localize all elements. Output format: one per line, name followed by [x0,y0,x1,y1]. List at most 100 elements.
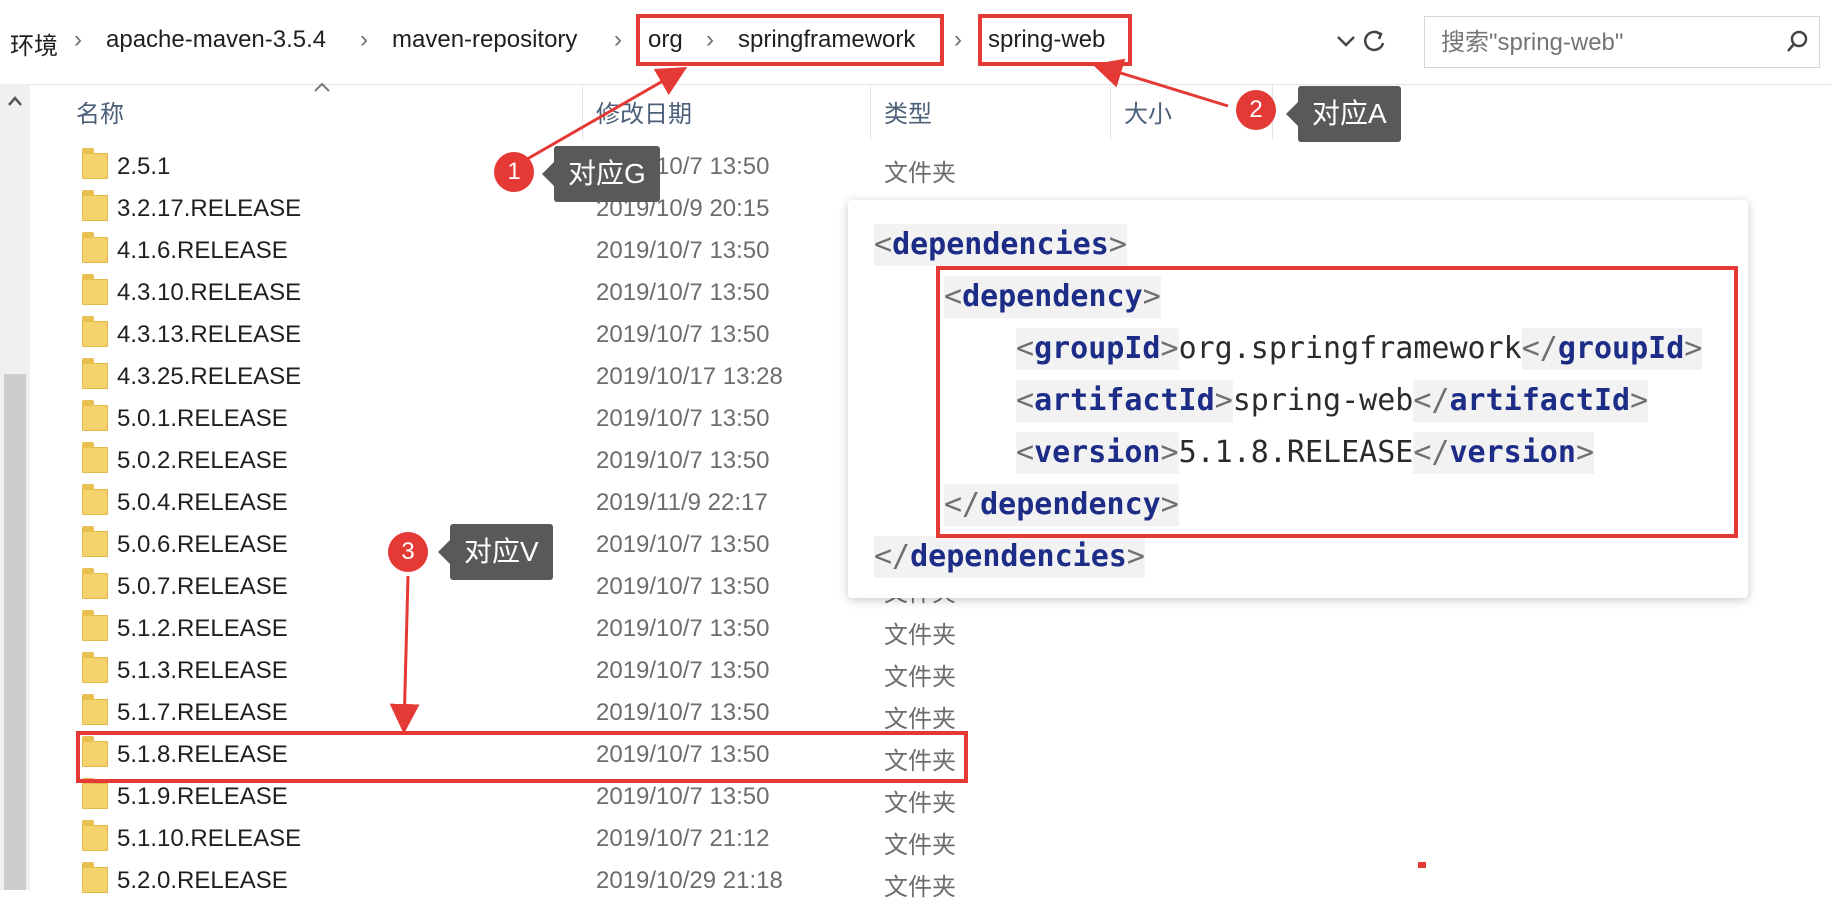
chevron-right-icon[interactable]: › [614,26,622,54]
file-name: 4.1.6.RELEASE [117,237,288,264]
folder-icon [82,316,108,347]
highlight-box-group [636,14,944,66]
file-date: 2019/10/7 13:50 [596,531,770,558]
search-box[interactable] [1424,16,1820,68]
file-date: 2019/10/7 13:50 [596,657,770,684]
file-date: 2019/10/7 13:50 [596,783,770,810]
folder-icon [82,652,108,683]
file-type: 文件夹 [884,790,956,817]
folder-icon [82,442,108,473]
code-line: <dependencies> [874,224,1127,266]
column-type[interactable]: 类型 [884,94,932,129]
vertical-scrollbar[interactable] [0,84,30,890]
file-row[interactable]: 5.1.3.RELEASE 2019/10/7 13:50 文件夹 [40,649,980,691]
file-row[interactable]: 5.1.7.RELEASE 2019/10/7 13:50 文件夹 [40,691,980,733]
annotation-badge-1: 1 [494,152,534,192]
folder-icon [82,778,108,809]
chevron-right-icon[interactable]: › [954,26,962,54]
file-name: 5.1.7.RELEASE [117,699,288,726]
chevron-down-icon[interactable] [1337,36,1355,47]
folder-icon [82,526,108,557]
file-name: 4.3.13.RELEASE [117,321,302,348]
column-divider [870,84,871,140]
column-name[interactable]: 名称 [76,94,124,129]
folder-icon [82,862,108,893]
file-date: 2019/10/7 13:50 [596,321,770,348]
file-date: 2019/10/29 21:18 [596,867,783,894]
folder-icon [82,274,108,305]
file-row[interactable]: 5.1.2.RELEASE 2019/10/7 13:50 文件夹 [40,607,980,649]
folder-icon [82,358,108,389]
annotation-badge-3: 3 [388,532,428,572]
file-name: 5.1.9.RELEASE [117,783,288,810]
file-row[interactable]: 5.0.2.RELEASE2019/10/7 13:50文件夹 [40,439,980,481]
folder-icon [82,694,108,725]
annotation-callout-v: 对应V [438,524,553,580]
chevron-right-icon[interactable]: › [74,26,82,54]
file-name: 5.1.10.RELEASE [117,825,302,852]
file-type: 文件夹 [884,706,956,733]
file-name: 5.0.6.RELEASE [117,531,288,558]
file-name: 3.2.17.RELEASE [117,195,302,222]
file-name: 5.2.0.RELEASE [117,867,288,894]
file-date: 2019/10/7 21:12 [596,825,770,852]
file-type: 文件夹 [884,664,956,691]
red-mark [1418,862,1426,868]
highlight-box-artifact [978,14,1132,66]
annotation-callout-a: 对应A [1286,86,1401,142]
file-date: 2019/10/7 13:50 [596,279,770,306]
chevron-right-icon[interactable]: › [360,26,368,54]
folder-icon [82,400,108,431]
file-date: 2019/10/7 13:50 [596,405,770,432]
file-name: 5.0.1.RELEASE [117,405,288,432]
search-input[interactable] [1439,25,1763,61]
file-date: 2019/10/7 13:50 [596,447,770,474]
column-modified[interactable]: 修改日期 [596,94,692,129]
address-tools [1330,22,1390,62]
file-name: 5.0.7.RELEASE [117,573,288,600]
file-name: 4.3.25.RELEASE [117,363,302,390]
file-row[interactable]: 5.0.1.RELEASE2019/10/7 13:50文件夹 [40,397,980,439]
column-divider [582,84,583,140]
file-row[interactable]: 4.3.25.RELEASE2019/10/17 13:28文件夹 [40,355,980,397]
address-bar: 环境 › apache-maven-3.5.4 › maven-reposito… [0,0,1831,85]
column-size[interactable]: 大小 [1124,94,1172,129]
refresh-icon[interactable] [1364,30,1385,52]
file-name: 5.1.3.RELEASE [117,657,288,684]
file-date: 2019/10/7 13:50 [596,573,770,600]
code-line: </dependencies> [874,536,1145,578]
folder-icon [82,232,108,263]
file-name: 5.0.4.RELEASE [117,489,288,516]
folder-icon [82,568,108,599]
breadcrumb-item-env[interactable]: 环境 [10,26,58,61]
scroll-up-icon[interactable] [6,94,24,108]
file-date: 2019/11/9 22:17 [596,489,768,516]
file-row[interactable]: 5.0.4.RELEASE2019/11/9 22:17文件夹 [40,481,980,523]
folder-icon [82,148,108,179]
file-type: 文件夹 [884,160,956,187]
folder-icon [82,484,108,515]
file-type: 文件夹 [884,874,956,901]
breadcrumb-item-maven[interactable]: apache-maven-3.5.4 [106,26,326,54]
file-date: 2019/10/7 13:50 [596,699,770,726]
breadcrumb-item-repository[interactable]: maven-repository [392,26,577,54]
scrollbar-thumb[interactable] [4,374,26,890]
file-row[interactable]: 3.2.17.RELEASE2019/10/9 20:15文件夹 [40,187,980,229]
file-name: 5.0.2.RELEASE [117,447,288,474]
file-name: 4.3.10.RELEASE [117,279,302,306]
column-divider [1110,84,1111,140]
file-row[interactable]: 4.3.10.RELEASE2019/10/7 13:50文件夹 [40,271,980,313]
file-row[interactable]: 4.1.6.RELEASE2019/10/7 13:50文件夹 [40,229,980,271]
file-type: 文件夹 [884,622,956,649]
file-type: 文件夹 [884,832,956,859]
highlight-box-dependency [936,266,1738,538]
file-row[interactable]: 4.3.13.RELEASE2019/10/7 13:50文件夹 [40,313,980,355]
file-row[interactable]: 5.1.10.RELEASE 2019/10/7 21:12 文件夹 [40,817,980,859]
search-icon[interactable] [1785,29,1811,55]
folder-icon [82,610,108,641]
file-date: 2019/10/7 13:50 [596,237,770,264]
folder-icon [82,820,108,851]
file-name: 5.1.2.RELEASE [117,615,288,642]
file-row[interactable]: 5.2.0.RELEASE 2019/10/29 21:18 文件夹 [40,859,980,901]
folder-icon [82,190,108,221]
